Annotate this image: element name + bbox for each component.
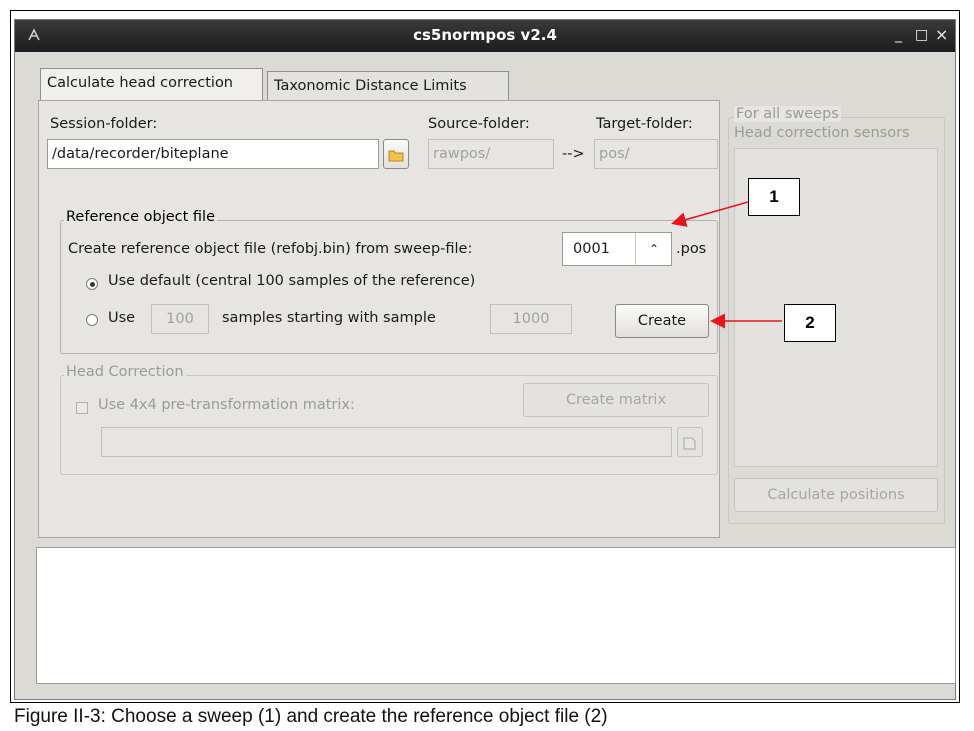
annotation-arrows (671, 201, 782, 329)
callout-2: 2 (784, 304, 836, 342)
callout-1: 1 (748, 178, 800, 216)
callout-1-arrow (671, 201, 749, 227)
figure-caption: Figure II-3: Choose a sweep (1) and crea… (14, 706, 608, 727)
